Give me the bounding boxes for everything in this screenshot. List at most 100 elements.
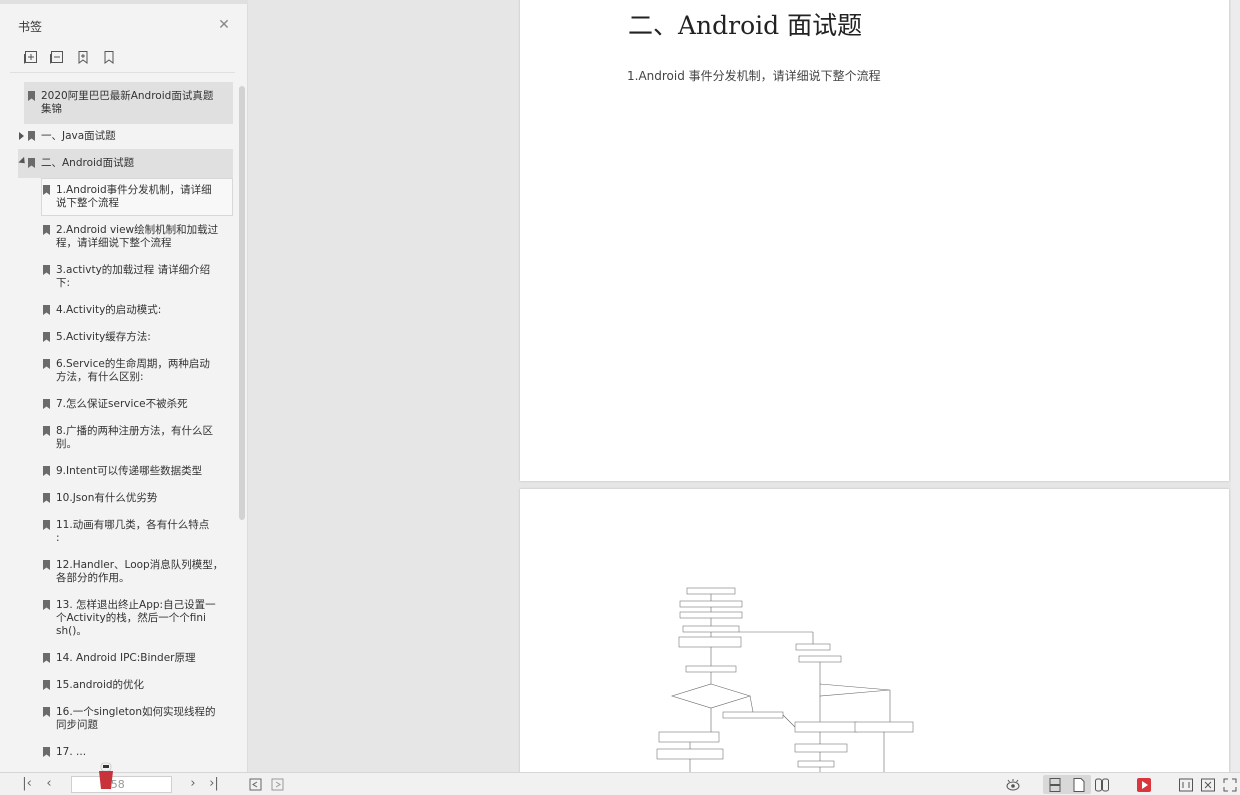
bookmark-label: 3.activty的加载过程 请详细介绍 [56,264,211,276]
bookmark-icon [43,466,50,476]
fit-page-icon[interactable] [1200,777,1216,793]
mascot-icon [99,762,113,789]
divider [10,72,235,73]
question-text: 1.Android 事件分发机制，请详细说下整个流程 [627,69,881,83]
bookmark-label: 别。 [56,438,77,450]
document-scrollbar[interactable] [1231,0,1240,772]
bookmark-item[interactable]: 8.广播的两种注册方法，有什么区 别。 [0,425,235,451]
bookmark-item[interactable]: 11.动画有哪几类，各有什么特点: [0,519,235,545]
two-page-icon[interactable] [1094,777,1110,793]
continuous-page-icon[interactable] [1071,777,1087,793]
bookmark-item[interactable]: 4.Activity的启动模式: [0,304,235,317]
bookmark-label: : [56,532,60,544]
bookmark-item[interactable]: 10.Json有什么优劣势 [0,492,235,505]
bookmark-icon [43,707,50,717]
bookmark-chapter[interactable]: 一、Java面试题 [0,130,235,143]
bookmark-item[interactable]: 3.activty的加载过程 请详细介绍 下: [0,264,235,290]
fullscreen-icon[interactable] [1222,777,1238,793]
bookmark-label: 4.Activity的启动模式: [56,304,162,316]
bookmark-label: 1.Android事件分发机制，请详细 [56,184,212,196]
bookmark-item[interactable]: 15.android的优化 [0,679,235,692]
bookmark-item[interactable]: 17. ... [0,746,235,759]
next-page-icon[interactable]: › [186,776,200,792]
document-page: 二、Android 面试题 1.Android 事件分发机制，请详细说下整个流程 [520,0,1229,481]
bookmark-item[interactable]: 2.Android view绘制机制和加载过 程，请详细说下整个流程 [0,224,235,250]
bookmark-label: 6.Service的生命周期，两种启动 [56,358,210,370]
bookmark-item[interactable]: 5.Activity缓存方法: [0,331,235,344]
bookmark-label: 2.Android view绘制机制和加载过 [56,224,219,236]
bookmark-label: 12.Handler、Loop消息队列模型， [56,559,224,571]
bookmark-label: 二、Android面试题 [41,157,135,169]
bookmark-item[interactable]: 13. 怎样退出终止App:自己设置一 个Activity的栈，然后一个个fini… [0,599,235,638]
last-page-icon[interactable]: ›| [206,776,222,792]
status-bar: |‹ ‹ 1/58 › ›| [0,762,1240,795]
bookmark-label: 下: [56,277,71,289]
document-page [520,489,1229,772]
bookmark-icon [43,265,50,275]
bookmark-label: 一、Java面试题 [41,130,116,142]
play-icon[interactable] [1136,777,1152,793]
bookmark-chapter[interactable]: 2020阿里巴巴最新Android面试真题 集锦 [0,90,235,116]
bookmark-item[interactable]: 14. Android IPC:Binder原理 [0,652,235,665]
bookmark-icon [43,332,50,342]
bookmark-label: 个Activity的栈，然后一个个fini [56,612,206,624]
bookmark-label: 2020阿里巴巴最新Android面试真题 [41,90,214,102]
bookmark-chapter[interactable]: 二、Android面试题 [0,156,235,170]
bookmark-label: 15.android的优化 [56,679,145,691]
bookmark-label: 集锦 [41,103,62,115]
flowchart-image [656,587,914,772]
bookmark-item[interactable]: 6.Service的生命周期，两种启动 方法，有什么区别: [0,358,235,384]
bookmark-label: 17. ... [56,746,87,758]
bookmark-item[interactable]: 1.Android事件分发机制，请详细 说下整个流程 [0,184,235,210]
bookmark-icon [43,747,50,757]
bookmark-tree: 2020阿里巴巴最新Android面试真题 集锦一、Java面试题二、Androi… [0,80,238,772]
eye-icon[interactable] [1005,777,1021,793]
bookmark-item[interactable]: 16.一个singleton如何实现线程的 同步问题 [0,706,235,732]
bookmark-icon [43,359,50,369]
bookmark-label: 10.Json有什么优劣势 [56,492,158,504]
sidebar-scrollbar[interactable] [239,86,245,520]
bookmark-panel: 书签 ✕ 2020阿里巴巴最新Android面试真题集锦一、Java面试题二 [0,0,248,772]
next-view-icon[interactable] [270,777,286,793]
bookmark-panel-title: 书签 [18,20,43,34]
bookmark-label: 14. Android IPC:Binder原理 [56,652,196,664]
expand-all-icon[interactable] [24,50,38,64]
previous-view-icon[interactable] [248,777,264,793]
prev-page-icon[interactable]: ‹ [42,776,56,792]
bookmark-icon [43,426,50,436]
bookmark-icon [43,225,50,235]
bookmark-label: 各部分的作用。 [56,572,130,584]
bookmark-label: sh()。 [56,625,87,637]
collapse-all-icon[interactable] [50,50,64,64]
single-page-icon[interactable] [1047,777,1063,793]
bookmark-label: 说下整个流程 [56,197,119,209]
bookmark-item[interactable]: 12.Handler、Loop消息队列模型， 各部分的作用。 [0,559,235,585]
expand-arrow-icon[interactable] [19,132,24,140]
bookmark-icon [43,493,50,503]
bookmark-icon [43,680,50,690]
bookmark-icon [28,131,35,141]
fit-width-icon[interactable] [1178,777,1194,793]
bookmark-icon [43,520,50,530]
bookmark-icon [43,305,50,315]
collapse-arrow-icon[interactable] [18,156,28,167]
bookmark-icon[interactable] [102,50,116,64]
bookmark-item[interactable]: 9.Intent可以传递哪些数据类型 [0,465,235,478]
add-bookmark-icon[interactable] [76,50,90,64]
panel-top-border [0,0,248,4]
bookmark-icon [43,399,50,409]
bookmark-icon [43,185,50,195]
bookmark-icon [28,158,35,168]
bookmark-label: 13. 怎样退出终止App:自己设置一 [56,599,216,611]
bookmark-label: 方法，有什么区别: [56,371,144,383]
page-heading: 二、Android 面试题 [628,11,863,40]
bookmark-icon [43,560,50,570]
page-number-input[interactable]: 1/58 [71,776,172,793]
bookmark-label: 11.动画有哪几类，各有什么特点 [56,519,210,531]
first-page-icon[interactable]: |‹ [20,776,34,792]
bookmark-label: 5.Activity缓存方法: [56,331,151,343]
bookmark-label: 9.Intent可以传递哪些数据类型 [56,465,203,477]
bookmark-label: 8.广播的两种注册方法，有什么区 [56,425,214,437]
close-icon[interactable]: ✕ [217,18,231,32]
bookmark-item[interactable]: 7.怎么保证service不被杀死 [0,398,235,411]
